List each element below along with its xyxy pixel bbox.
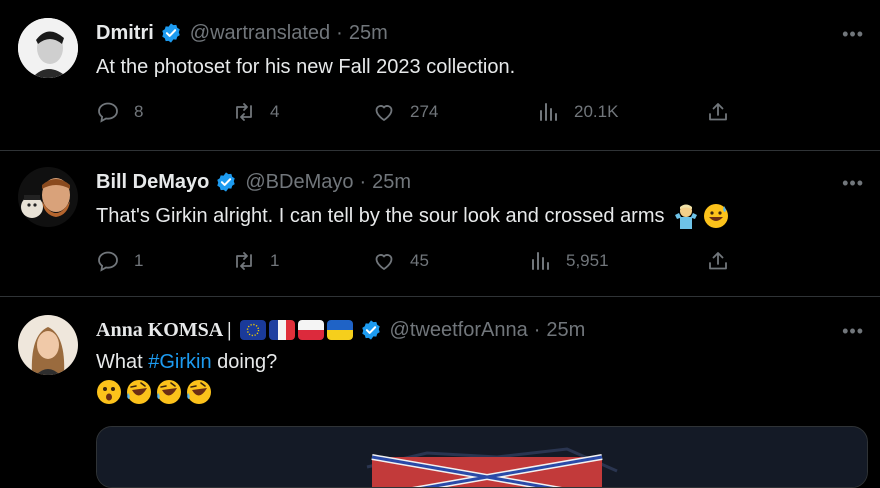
author-name[interactable]: Bill DeMayo [96,171,209,194]
person-shrugging-emoji-icon [673,203,699,229]
retweet-button[interactable]: 1 [232,249,279,273]
grinning-sweat-emoji-icon [703,203,729,229]
separator: · [336,21,343,44]
share-button[interactable] [706,100,744,124]
like-button[interactable]: 274 [372,100,438,124]
tweet-text: At the photoset for his new Fall 2023 co… [96,56,516,78]
avatar[interactable] [18,167,78,227]
retweet-count: 1 [270,251,280,270]
more-icon[interactable]: ••• [842,321,864,342]
reply-count: 8 [134,102,144,121]
timestamp[interactable]: 25m [372,171,411,194]
reply-icon [98,102,118,123]
views-count: 5,951 [566,251,609,270]
like-button[interactable]: 45 [372,249,429,273]
tweet-text-before: What [96,351,149,373]
like-count: 45 [410,251,429,270]
ukraine-flag-icon [326,320,353,340]
retweet-icon [236,103,252,121]
tweet-dmitri[interactable]: Dmitri @wartranslated · 25m ••• At the p… [0,0,880,150]
tweet-bill-demayo[interactable]: Bill DeMayo @BDeMayo · 25m ••• That's Gi… [0,151,880,296]
avatar[interactable] [18,315,78,375]
tweet-text-content: That's Girkin alright. I can tell by the… [96,204,665,227]
tweet-text: That's Girkin alright. I can tell by the… [96,203,729,229]
reply-count: 1 [134,251,144,270]
eu-flag-icon [239,320,266,340]
timestamp[interactable]: 25m [349,22,388,45]
france-flag-icon [268,320,295,340]
retweet-count: 4 [270,102,280,121]
views-icon [540,103,557,121]
more-icon[interactable]: ••• [842,173,864,194]
tweet-text-after: doing? [211,351,278,373]
verified-badge-icon [217,172,236,192]
rolling-laughing-emoji-icon [186,379,212,405]
rolling-laughing-emoji-icon [156,379,182,405]
rolling-laughing-emoji-icon [126,379,152,405]
share-icon [709,103,727,121]
share-button[interactable] [706,249,744,273]
avatar[interactable] [18,18,78,78]
more-icon[interactable]: ••• [842,24,864,45]
views-icon [532,252,549,270]
tweet-media-image[interactable] [96,426,868,488]
verified-badge-icon [162,23,180,43]
author-name[interactable]: Anna KOMSA | [96,319,232,342]
astonished-face-emoji-icon [96,379,122,405]
reply-button[interactable]: 1 [96,249,143,273]
like-count: 274 [410,102,439,121]
reply-button[interactable]: 8 [96,100,143,124]
hashtag-link[interactable]: #Girkin [148,351,211,373]
emoji-row [96,379,212,405]
views-button[interactable]: 5,951 [528,249,609,273]
reply-icon [98,251,118,272]
like-icon [375,254,393,271]
timestamp[interactable]: 25m [546,319,585,342]
separator: · [533,318,541,341]
separator: · [359,170,367,193]
author-handle[interactable]: @wartranslated [190,22,330,45]
views-count: 20.1K [574,102,619,121]
retweet-button[interactable]: 4 [232,100,279,124]
share-icon [709,252,727,270]
views-button[interactable]: 20.1K [536,100,618,124]
author-handle[interactable]: @BDeMayo [245,171,353,194]
poland-flag-icon [297,320,324,340]
verified-badge-icon [361,320,380,340]
tweet-text: What #Girkin doing? [96,351,277,374]
retweet-icon [236,252,252,270]
author-name[interactable]: Dmitri [96,22,154,45]
author-handle[interactable]: @tweetforAnna [390,319,528,342]
like-icon [375,105,393,122]
